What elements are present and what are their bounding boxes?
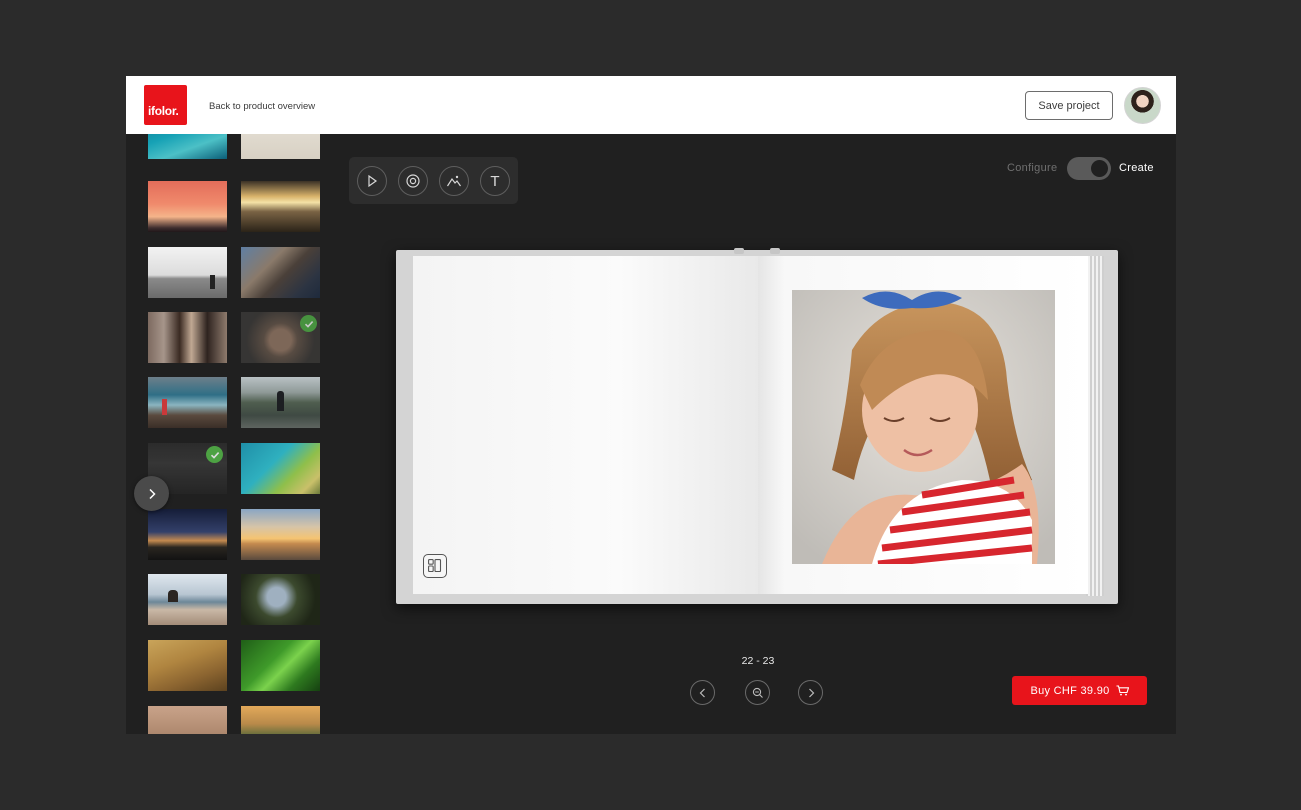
layout-icon[interactable] bbox=[423, 554, 447, 578]
photo-thumbnail[interactable] bbox=[241, 312, 320, 363]
placed-photo[interactable] bbox=[792, 290, 1055, 564]
page-range: 22 - 23 bbox=[741, 655, 775, 667]
chevron-left-icon bbox=[699, 688, 705, 697]
previous-page-button[interactable] bbox=[690, 680, 715, 705]
play-icon bbox=[368, 174, 378, 188]
save-project-button[interactable]: Save project bbox=[1025, 91, 1113, 120]
photobook-editor: ifolor. Back to product overview Save pr… bbox=[126, 76, 1176, 734]
buy-label: Buy CHF 39.90 bbox=[1030, 684, 1110, 697]
text-icon: T bbox=[490, 172, 500, 190]
photo-thumbnail[interactable] bbox=[148, 574, 227, 625]
photo-thumbnail[interactable] bbox=[241, 377, 320, 428]
photo-thumbnail[interactable] bbox=[148, 312, 227, 363]
photobook-spread bbox=[396, 248, 1118, 605]
photo-thumbnail[interactable] bbox=[148, 640, 227, 691]
landscape-icon bbox=[446, 175, 461, 187]
spine-clip bbox=[770, 248, 780, 254]
selected-check-icon bbox=[206, 446, 223, 463]
image-button[interactable] bbox=[439, 166, 469, 196]
photo-sidebar bbox=[126, 134, 336, 734]
photo-thumbnail[interactable] bbox=[241, 247, 320, 298]
left-page[interactable] bbox=[413, 256, 758, 594]
toggle-knob bbox=[1091, 160, 1108, 177]
play-button[interactable] bbox=[357, 166, 387, 196]
cart-icon bbox=[1116, 685, 1129, 696]
page-stack bbox=[1086, 256, 1104, 596]
ifolor-logo[interactable]: ifolor. bbox=[144, 85, 187, 125]
chevron-right-icon bbox=[808, 688, 814, 697]
photo-thumbnail[interactable] bbox=[241, 574, 320, 625]
zoom-button[interactable] bbox=[745, 680, 770, 705]
zoom-out-icon bbox=[752, 687, 763, 698]
top-header: ifolor. Back to product overview Save pr… bbox=[126, 76, 1176, 134]
user-avatar[interactable] bbox=[1124, 87, 1161, 124]
photo-thumbnail[interactable] bbox=[241, 181, 320, 232]
next-page-button[interactable] bbox=[798, 680, 823, 705]
photo-thumbnail[interactable] bbox=[241, 509, 320, 560]
photo-thumbnail[interactable] bbox=[148, 706, 227, 734]
editor-toolbar: T bbox=[349, 157, 518, 204]
photo-thumbnail[interactable] bbox=[148, 181, 227, 232]
buy-button[interactable]: Buy CHF 39.90 bbox=[1012, 676, 1147, 705]
photo-thumbnail[interactable] bbox=[148, 377, 227, 428]
spine-clip bbox=[734, 248, 744, 254]
configure-label[interactable]: Configure bbox=[1007, 162, 1057, 174]
photo-thumbnail[interactable] bbox=[241, 640, 320, 691]
create-label[interactable]: Create bbox=[1119, 162, 1154, 174]
back-to-product-overview-link[interactable]: Back to product overview bbox=[209, 101, 315, 112]
target-button[interactable] bbox=[398, 166, 428, 196]
photo-thumbnail[interactable] bbox=[241, 706, 320, 734]
chevron-right-icon bbox=[148, 488, 156, 499]
selected-check-icon bbox=[300, 315, 317, 332]
photo-thumbnail[interactable] bbox=[148, 509, 227, 560]
photo-thumbnail[interactable] bbox=[148, 247, 227, 298]
text-button[interactable]: T bbox=[480, 166, 510, 196]
logo-text: ifolor. bbox=[148, 104, 179, 118]
target-icon bbox=[406, 174, 420, 188]
photo-thumbnail[interactable] bbox=[241, 443, 320, 494]
photo-thumbnail[interactable] bbox=[241, 134, 320, 159]
mode-toggle[interactable] bbox=[1067, 157, 1111, 180]
expand-sidebar-button[interactable] bbox=[134, 476, 169, 511]
photo-thumbnail[interactable] bbox=[148, 134, 227, 159]
